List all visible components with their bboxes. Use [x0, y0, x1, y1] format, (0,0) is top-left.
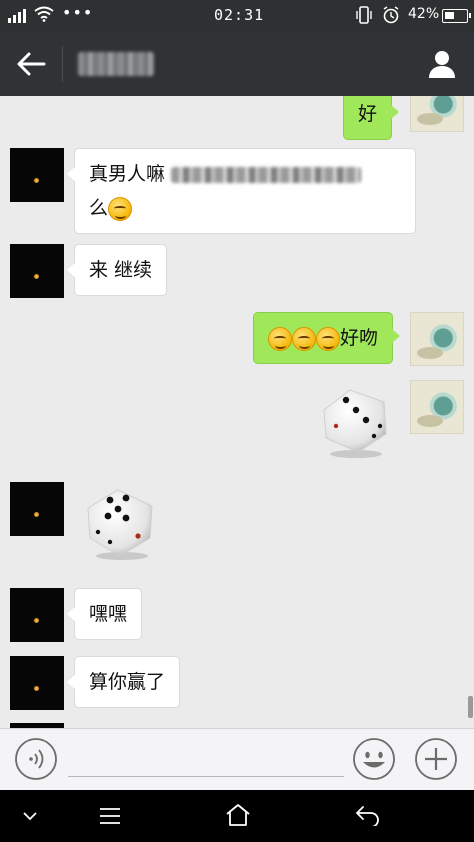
- system-nav-bar: [0, 790, 474, 842]
- person-icon[interactable]: [426, 48, 458, 80]
- status-bar: ••• 02:31 42%: [0, 0, 474, 32]
- dice-icon[interactable]: [314, 380, 394, 460]
- message-text: 算你赢了: [89, 671, 166, 693]
- contact-avatar[interactable]: [10, 656, 64, 710]
- message-bubble-incoming[interactable]: 嘿嘿: [66, 588, 143, 640]
- back-arrow-icon[interactable]: [14, 50, 48, 78]
- message-text: 嘿嘿: [89, 603, 128, 625]
- chat-title: [78, 52, 154, 76]
- contact-avatar[interactable]: [10, 588, 64, 642]
- contact-avatar[interactable]: [10, 482, 64, 536]
- battery-icon: [442, 9, 471, 23]
- my-avatar[interactable]: [410, 312, 464, 366]
- input-bar: [0, 728, 474, 790]
- my-avatar[interactable]: [410, 96, 464, 132]
- home-icon[interactable]: [224, 802, 252, 828]
- chat-header: [0, 32, 474, 96]
- back-icon[interactable]: [354, 804, 382, 826]
- message-text: 真男人嘛: [89, 163, 166, 185]
- message-bubble-incoming[interactable]: 来 继续: [66, 244, 168, 296]
- message-bubble-outgoing[interactable]: 好吻: [253, 312, 401, 364]
- more-notifications-icon: •••: [62, 3, 94, 22]
- message-list[interactable]: 好 真男人嘛 么 来 继续 好吻 嘿嘿 算你赢了: [0, 96, 474, 728]
- vibrate-icon: [356, 6, 372, 24]
- message-text: 好吻: [340, 327, 379, 349]
- my-avatar[interactable]: [410, 380, 464, 434]
- message-bubble-incoming[interactable]: 真男人嘛 么: [67, 148, 416, 234]
- menu-icon[interactable]: [98, 806, 122, 826]
- message-input[interactable]: [68, 741, 344, 777]
- smirking-face-icon: [316, 327, 340, 351]
- message-bubble-outgoing[interactable]: 好: [343, 96, 400, 140]
- alarm-icon: [383, 6, 399, 24]
- message-text: 好: [358, 103, 378, 125]
- grinning-face-icon: [108, 197, 133, 221]
- header-divider: [62, 46, 63, 82]
- voice-icon[interactable]: [14, 737, 58, 781]
- plus-icon[interactable]: [414, 737, 458, 781]
- status-time: 02:31: [214, 6, 265, 24]
- smirking-face-icon: [268, 327, 292, 351]
- smirking-face-icon: [292, 327, 316, 351]
- signal-icon: [8, 8, 26, 23]
- message-text: 来 继续: [89, 259, 153, 281]
- battery-percent: 42%: [408, 6, 440, 22]
- wifi-icon: [34, 6, 54, 22]
- contact-avatar[interactable]: [10, 244, 64, 298]
- dice-icon[interactable]: [80, 482, 160, 562]
- chevron-down-icon[interactable]: [22, 810, 38, 822]
- message-bubble-incoming[interactable]: 算你赢了: [66, 656, 181, 708]
- scrollbar[interactable]: [468, 696, 473, 718]
- contact-avatar[interactable]: [10, 148, 64, 202]
- message-text-tail: 么: [89, 197, 109, 219]
- blurred-text: [171, 167, 362, 183]
- emoji-icon[interactable]: [352, 737, 396, 781]
